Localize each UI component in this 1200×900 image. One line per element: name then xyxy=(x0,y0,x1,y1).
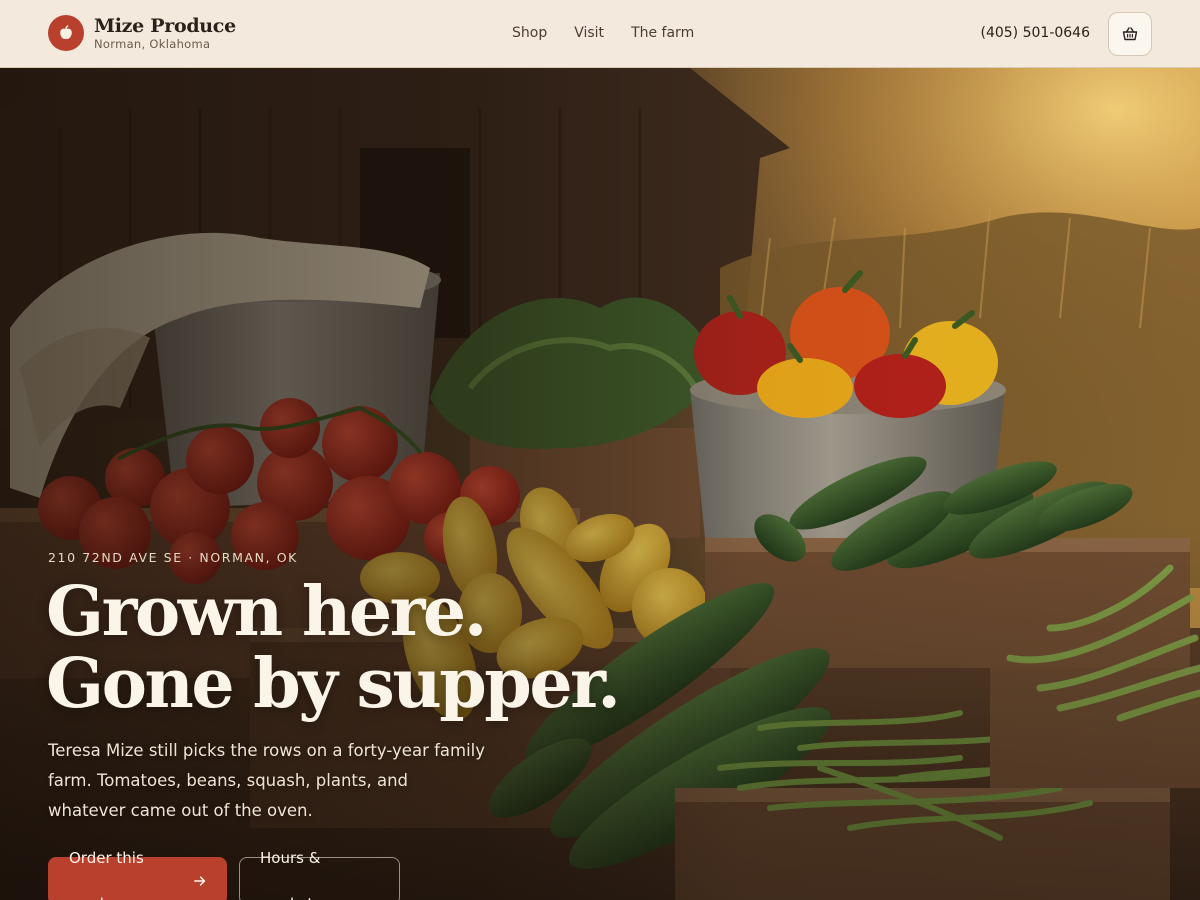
nav-item-visit[interactable]: Visit xyxy=(574,24,604,42)
phone-link[interactable]: (405) 501-0646 xyxy=(981,24,1091,42)
hero-description: Teresa Mize still picks the rows on a fo… xyxy=(48,741,486,820)
brand-location: Norman, Oklahoma xyxy=(94,37,211,51)
brand-name: Mize Produce xyxy=(94,15,236,37)
hours-button-label: Hours & markets xyxy=(260,849,321,900)
hero: 210 72ND AVE SE · NORMAN, OK Grown here.… xyxy=(0,68,1200,900)
cart-button[interactable] xyxy=(1108,12,1152,56)
apple-icon xyxy=(48,15,84,51)
hours-and-markets-button[interactable]: Hours & markets xyxy=(239,849,400,900)
site-header: Mize Produce Norman, Oklahoma Shop Visit… xyxy=(0,0,1200,68)
nav-item-shop[interactable]: Shop xyxy=(512,24,547,42)
headline-line-2: Gone by supper. xyxy=(46,644,621,724)
arrow-right-icon xyxy=(193,876,205,886)
brand[interactable]: Mize Produce Norman, Oklahoma xyxy=(48,15,236,51)
hero-headline: Grown here. Gone by supper. xyxy=(46,572,621,724)
order-button-label: Order this week xyxy=(69,849,144,900)
nav-item-the-farm[interactable]: The farm xyxy=(631,24,694,42)
hero-address: 210 72ND AVE SE · NORMAN, OK xyxy=(48,550,298,565)
main-nav: Shop Visit The farm xyxy=(512,24,694,42)
basket-icon xyxy=(1122,27,1138,41)
headline-line-1: Grown here. xyxy=(46,572,487,652)
order-this-week-button[interactable]: Order this week xyxy=(48,849,227,900)
